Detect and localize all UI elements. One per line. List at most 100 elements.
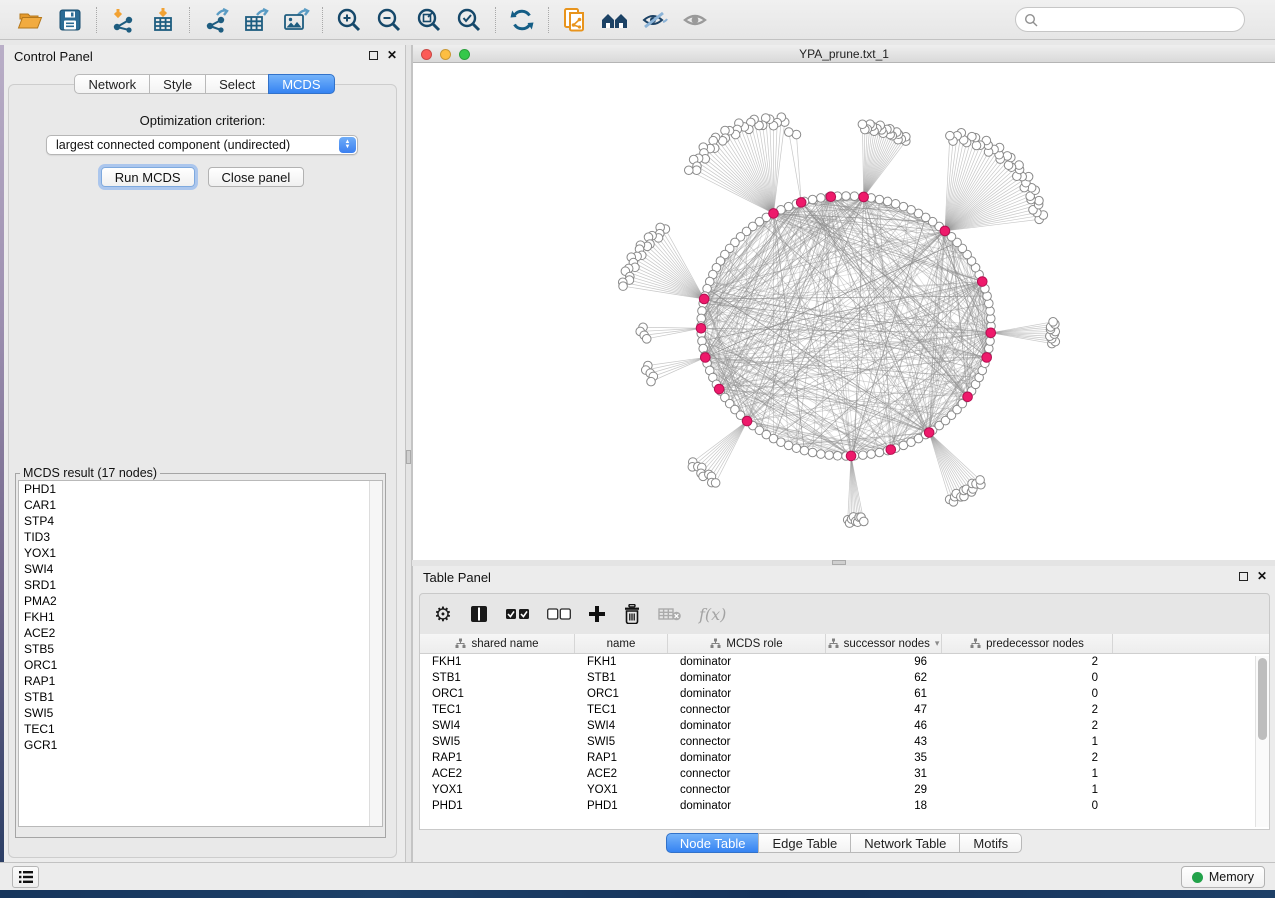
close-panel-button[interactable]: Close panel bbox=[208, 167, 305, 187]
select-all-columns-button[interactable] bbox=[506, 608, 530, 620]
table-row[interactable]: YOX1YOX1connector291 bbox=[420, 782, 1269, 798]
mcds-result-item[interactable]: SWI5 bbox=[19, 705, 382, 721]
mcds-result-item[interactable]: CAR1 bbox=[19, 497, 382, 513]
table-row[interactable]: TEC1TEC1connector472 bbox=[420, 702, 1269, 718]
export-network-button[interactable] bbox=[196, 4, 236, 36]
network-graph[interactable] bbox=[413, 63, 1275, 560]
zoom-selected-button[interactable] bbox=[449, 4, 489, 36]
cell-shared-name: RAP1 bbox=[420, 750, 575, 766]
column-header-predecessor-nodes[interactable]: predecessor nodes bbox=[942, 634, 1113, 653]
table-settings-button[interactable]: ⚙ bbox=[434, 602, 452, 627]
mcds-result-item[interactable]: GCR1 bbox=[19, 737, 382, 753]
table-row[interactable]: SWI5SWI5connector431 bbox=[420, 734, 1269, 750]
close-panel-icon[interactable]: ✕ bbox=[387, 50, 397, 60]
table-scrollbar[interactable] bbox=[1255, 656, 1269, 827]
float-table-panel-icon[interactable] bbox=[1239, 572, 1248, 581]
delete-column-button[interactable] bbox=[623, 604, 641, 624]
mcds-result-item[interactable]: FKH1 bbox=[19, 609, 382, 625]
column-header-successor-nodes[interactable]: successor nodes▾ bbox=[826, 634, 942, 653]
mcds-result-item[interactable]: PHD1 bbox=[19, 481, 382, 497]
mcds-result-item[interactable]: STP4 bbox=[19, 513, 382, 529]
cell-name: RAP1 bbox=[575, 750, 668, 766]
refresh-icon bbox=[509, 7, 535, 33]
create-column-button[interactable] bbox=[588, 605, 606, 623]
table-row[interactable]: ACE2ACE2connector311 bbox=[420, 766, 1269, 782]
mcds-result-list[interactable]: PHD1CAR1STP4TID3YOX1SWI4SRD1PMA2FKH1ACE2… bbox=[18, 480, 383, 827]
zoom-fit-button[interactable] bbox=[409, 4, 449, 36]
vertical-splitter-grip[interactable] bbox=[406, 450, 411, 464]
zoom-in-button[interactable] bbox=[329, 4, 369, 36]
table-row[interactable]: SWI4SWI4dominator462 bbox=[420, 718, 1269, 734]
tab-style[interactable]: Style bbox=[149, 74, 206, 94]
run-mcds-button[interactable]: Run MCDS bbox=[101, 167, 195, 187]
table-row[interactable]: ORC1ORC1dominator610 bbox=[420, 686, 1269, 702]
tab-node-table[interactable]: Node Table bbox=[666, 833, 760, 853]
float-panel-icon[interactable] bbox=[369, 51, 378, 60]
cell-successor-nodes: 35 bbox=[826, 750, 942, 766]
columns-icon bbox=[469, 604, 489, 624]
import-table-button[interactable] bbox=[143, 4, 183, 36]
open-file-button[interactable] bbox=[10, 4, 50, 36]
vertical-splitter[interactable] bbox=[405, 45, 412, 862]
horizontal-splitter-grip[interactable] bbox=[832, 560, 846, 565]
cell-successor-nodes: 46 bbox=[826, 718, 942, 734]
mcds-result-group: MCDS result (17 nodes) PHD1CAR1STP4TID3Y… bbox=[15, 466, 386, 838]
cell-predecessor-nodes: 0 bbox=[942, 686, 1113, 702]
show-panels-button[interactable] bbox=[12, 866, 39, 888]
column-header-name[interactable]: name bbox=[575, 634, 668, 653]
trash-icon bbox=[623, 604, 641, 624]
refresh-button[interactable] bbox=[502, 4, 542, 36]
close-table-panel-icon[interactable]: ✕ bbox=[1257, 571, 1267, 581]
search-input[interactable] bbox=[1038, 13, 1236, 27]
network-window-titlebar[interactable]: YPA_prune.txt_1 bbox=[413, 45, 1275, 63]
unselect-all-columns-button[interactable] bbox=[547, 608, 571, 620]
table-row[interactable]: FKH1FKH1dominator962 bbox=[420, 654, 1269, 670]
network-plain-nodes[interactable] bbox=[618, 113, 1059, 528]
tab-edge-table[interactable]: Edge Table bbox=[758, 833, 851, 853]
table-panel: Table Panel ✕ ⚙ bbox=[412, 566, 1275, 862]
import-network-button[interactable] bbox=[103, 4, 143, 36]
houses-icon bbox=[600, 8, 630, 32]
tab-select[interactable]: Select bbox=[205, 74, 269, 94]
tab-motifs[interactable]: Motifs bbox=[959, 833, 1022, 853]
memory-button[interactable]: Memory bbox=[1181, 866, 1265, 888]
houses-button[interactable] bbox=[595, 4, 635, 36]
hide-eye-button[interactable] bbox=[635, 4, 675, 36]
mcds-result-item[interactable]: TEC1 bbox=[19, 721, 382, 737]
delete-table-button-disabled[interactable] bbox=[658, 606, 682, 622]
mcds-result-item[interactable]: ACE2 bbox=[19, 625, 382, 641]
mcds-result-item[interactable]: TID3 bbox=[19, 529, 382, 545]
function-builder-button-disabled[interactable]: f(x) bbox=[699, 605, 726, 624]
mcds-result-item[interactable]: SWI4 bbox=[19, 561, 382, 577]
export-image-button[interactable] bbox=[276, 4, 316, 36]
optimization-criterion-value: largest connected component (undirected) bbox=[47, 138, 339, 152]
column-header-shared-name[interactable]: shared name bbox=[420, 634, 575, 653]
show-columns-button[interactable] bbox=[469, 604, 489, 624]
table-row[interactable]: STB1STB1dominator620 bbox=[420, 670, 1269, 686]
tab-mcds[interactable]: MCDS bbox=[268, 74, 334, 94]
export-table-button[interactable] bbox=[236, 4, 276, 36]
table-row[interactable]: PHD1PHD1dominator180 bbox=[420, 798, 1269, 814]
search-field[interactable] bbox=[1015, 7, 1245, 32]
network-canvas[interactable] bbox=[413, 63, 1275, 560]
mcds-result-item[interactable]: PMA2 bbox=[19, 593, 382, 609]
table-scrollbar-thumb[interactable] bbox=[1258, 658, 1267, 740]
mcds-result-item[interactable]: YOX1 bbox=[19, 545, 382, 561]
mcds-result-item[interactable]: ORC1 bbox=[19, 657, 382, 673]
tab-network[interactable]: Network bbox=[74, 74, 150, 94]
tab-network-table[interactable]: Network Table bbox=[850, 833, 960, 853]
mcds-list-scrollbar[interactable] bbox=[369, 481, 382, 826]
cell-MCDS-role: connector bbox=[668, 734, 826, 750]
mcds-result-item[interactable]: RAP1 bbox=[19, 673, 382, 689]
mcds-result-item[interactable]: SRD1 bbox=[19, 577, 382, 593]
optimization-criterion-select[interactable]: largest connected component (undirected)… bbox=[46, 135, 358, 155]
column-header-MCDS-role[interactable]: MCDS role bbox=[668, 634, 826, 653]
zoom-out-button[interactable] bbox=[369, 4, 409, 36]
save-session-button[interactable] bbox=[50, 4, 90, 36]
show-eye-button[interactable] bbox=[675, 4, 715, 36]
mcds-result-item[interactable]: STB5 bbox=[19, 641, 382, 657]
cell-MCDS-role: dominator bbox=[668, 718, 826, 734]
table-row[interactable]: RAP1RAP1dominator352 bbox=[420, 750, 1269, 766]
mcds-result-item[interactable]: STB1 bbox=[19, 689, 382, 705]
duplicate-network-button[interactable] bbox=[555, 4, 595, 36]
